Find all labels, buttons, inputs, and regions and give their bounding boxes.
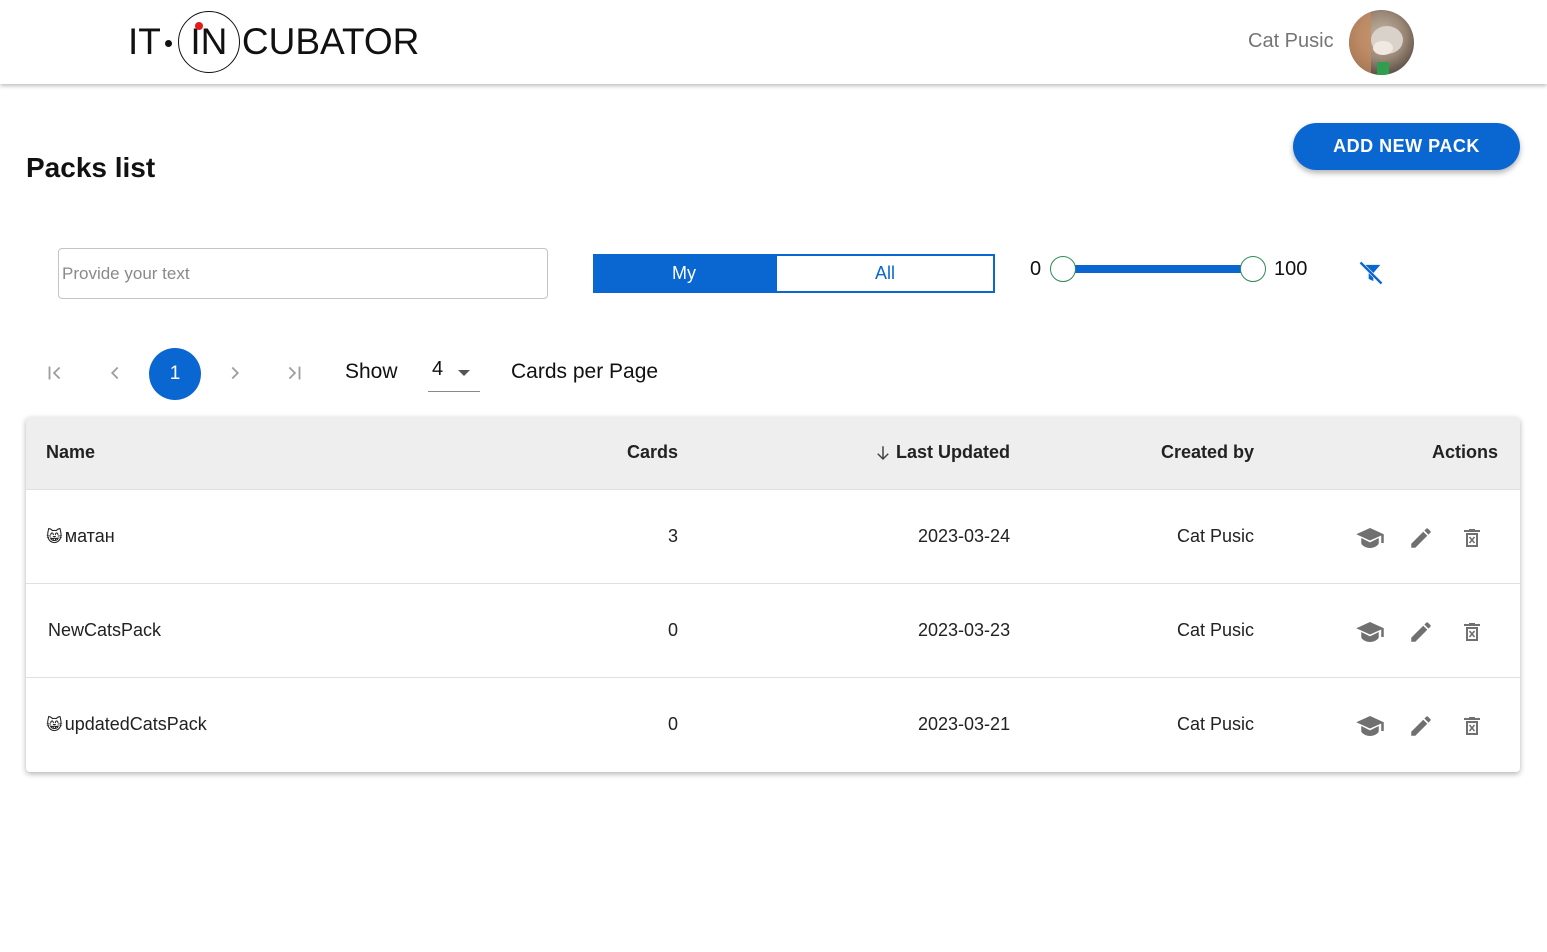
range-slider-max-thumb[interactable] [1240, 256, 1266, 282]
range-slider-track[interactable] [1063, 265, 1253, 273]
delete-icon[interactable] [1456, 711, 1488, 741]
show-label: Show [345, 360, 398, 383]
toggle-my[interactable]: My [593, 254, 775, 293]
owner-toggle: My All [593, 254, 995, 293]
table-header: Name Cards Last Updated Created by Actio… [26, 417, 1520, 490]
pack-created-by: Cat Pusic [1177, 620, 1255, 640]
pack-last-updated: 2023-03-24 [918, 526, 1011, 546]
page-title: Packs list [26, 152, 156, 183]
search-input[interactable] [58, 248, 548, 299]
table-row[interactable]: NewCatsPack 0 2023-03-23 Cat Pusic [26, 584, 1520, 678]
toggle-all[interactable]: All [775, 254, 995, 293]
per-page-select[interactable]: 4 [428, 354, 480, 392]
pack-name[interactable]: NewCatsPack [46, 620, 161, 641]
logo-dot [164, 39, 172, 47]
logo-text-cubator: CUBATOR [241, 21, 420, 62]
pack-created-by: Cat Pusic [1177, 526, 1255, 546]
learn-icon[interactable] [1354, 711, 1386, 741]
pack-last-updated: 2023-03-21 [918, 714, 1011, 734]
range-max-value: 100 [1274, 258, 1308, 280]
previous-page-icon[interactable] [100, 358, 130, 388]
app-header: IT IN CUBATOR Cat Pusic [0, 0, 1547, 84]
range-min-value: 0 [1030, 258, 1042, 280]
per-page-value: 4 [432, 358, 444, 380]
cat-emoji: 😸 [46, 717, 63, 734]
range-slider-min-thumb[interactable] [1050, 256, 1076, 282]
learn-icon[interactable] [1354, 523, 1386, 553]
cat-emoji: 😸 [46, 529, 63, 546]
logo-red-dot [194, 22, 203, 30]
page-button-1[interactable]: 1 [149, 348, 201, 400]
pack-name-text: updatedCatsPack [64, 714, 207, 734]
sort-arrow-down-icon[interactable] [874, 443, 892, 463]
add-new-pack-button[interactable]: ADD NEW PACK [1293, 123, 1520, 170]
pack-name[interactable]: 😸 матан [46, 526, 115, 547]
logo-circle: IN [177, 11, 240, 73]
learn-icon[interactable] [1354, 617, 1386, 647]
logo[interactable]: IT IN CUBATOR [128, 10, 419, 74]
avatar[interactable] [1349, 10, 1414, 75]
edit-icon[interactable] [1405, 711, 1437, 741]
chevron-down-icon [458, 370, 470, 376]
user-name[interactable]: Cat Pusic [1248, 30, 1334, 53]
pack-last-updated: 2023-03-23 [918, 620, 1011, 640]
pack-created-by: Cat Pusic [1177, 714, 1255, 734]
filter-off-icon[interactable] [1357, 259, 1385, 287]
delete-icon[interactable] [1456, 617, 1488, 647]
column-last-updated[interactable]: Last Updated [896, 442, 1010, 463]
first-page-icon[interactable] [40, 358, 70, 388]
logo-text-it: IT [128, 21, 161, 62]
delete-icon[interactable] [1456, 523, 1488, 553]
per-page-label: Cards per Page [511, 360, 659, 383]
next-page-icon[interactable] [220, 358, 250, 388]
last-page-icon[interactable] [279, 358, 309, 388]
column-created-by[interactable]: Created by [1161, 442, 1254, 463]
edit-icon[interactable] [1405, 523, 1437, 553]
pack-cards-count: 3 [668, 526, 679, 546]
pack-name[interactable]: 😸 updatedCatsPack [46, 714, 207, 735]
pack-cards-count: 0 [668, 620, 679, 640]
table-row[interactable]: 😸 updatedCatsPack 0 2023-03-21 Cat Pusic [26, 678, 1520, 772]
pack-name-text: матан [64, 526, 115, 546]
column-cards[interactable]: Cards [627, 442, 678, 463]
pack-cards-count: 0 [668, 714, 679, 734]
column-name[interactable]: Name [46, 442, 95, 463]
table-row[interactable]: 😸 матан 3 2023-03-24 Cat Pusic [26, 490, 1520, 584]
packs-table: Name Cards Last Updated Created by Actio… [26, 417, 1520, 772]
column-actions: Actions [1432, 442, 1499, 462]
pack-name-text: NewCatsPack [48, 620, 162, 640]
edit-icon[interactable] [1405, 617, 1437, 647]
